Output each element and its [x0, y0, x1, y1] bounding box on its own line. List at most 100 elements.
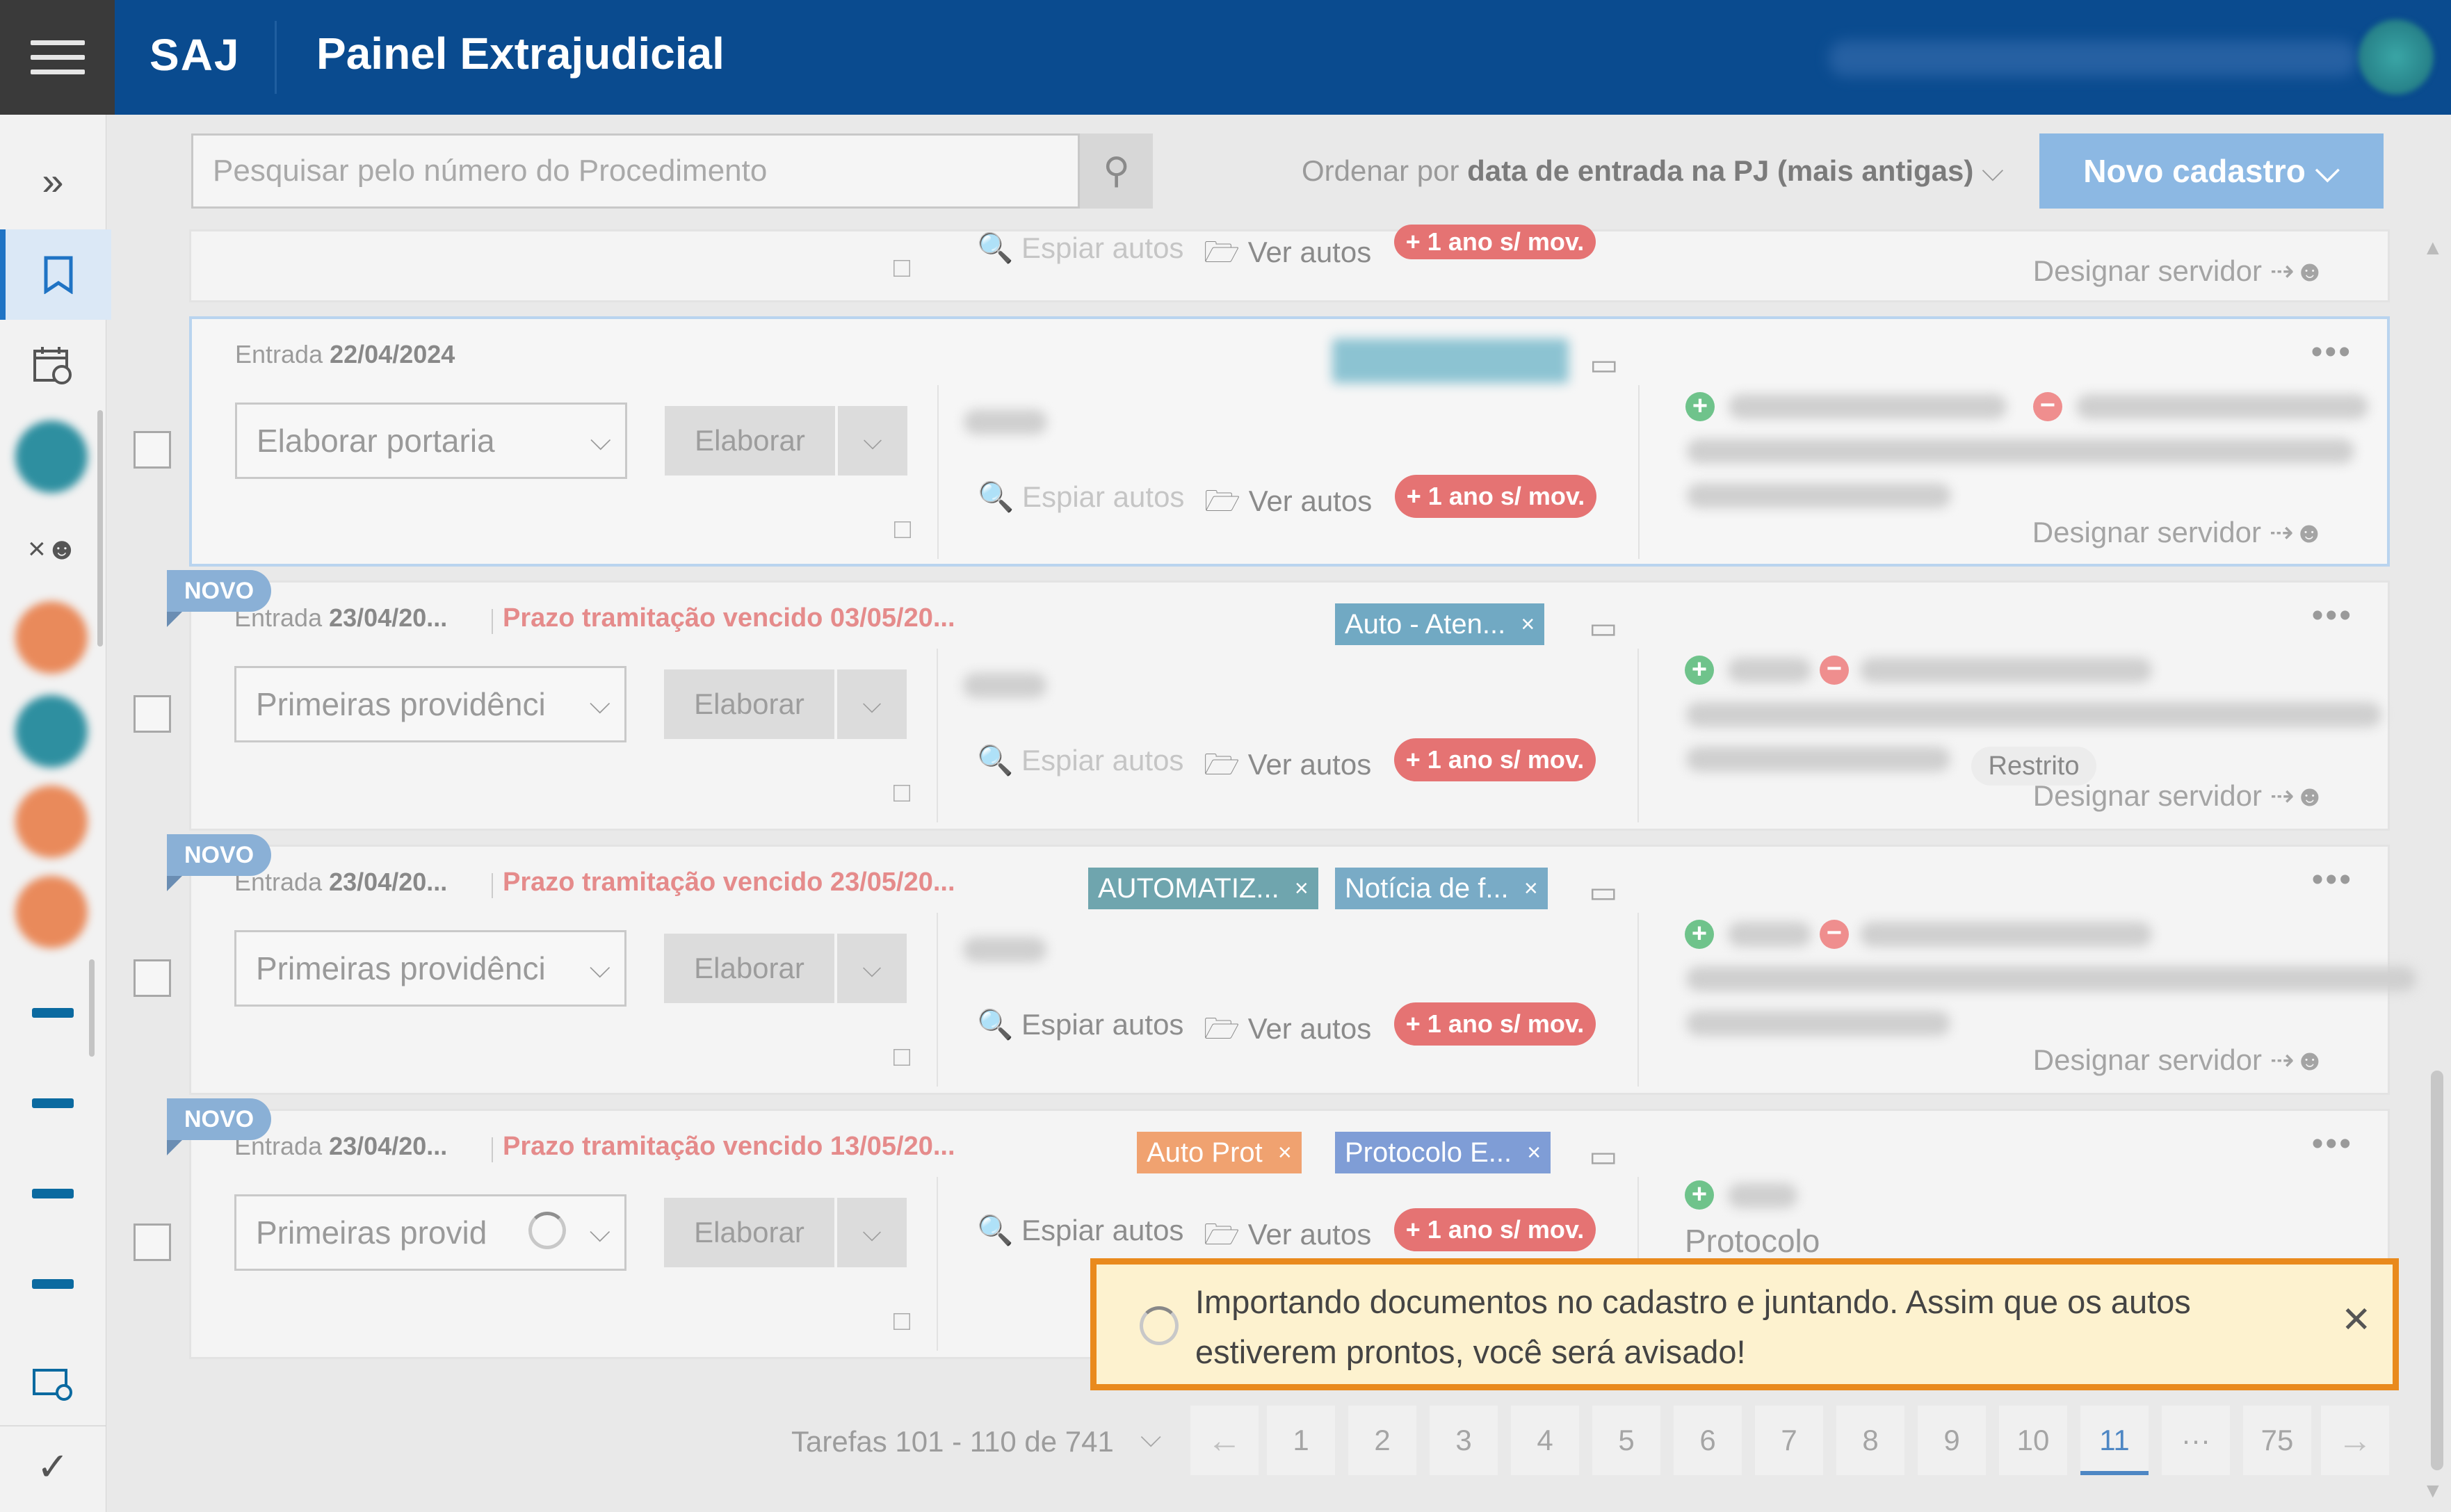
page-button[interactable]: 5: [1592, 1406, 1660, 1475]
avatar[interactable]: [2359, 19, 2434, 95]
remove-tag-icon[interactable]: ×: [1527, 1132, 1541, 1173]
more-options-icon[interactable]: •••: [2312, 1125, 2353, 1163]
task-card[interactable]: Entrada 22/04/2024 ▭ ••• Elaborar portar…: [189, 316, 2390, 567]
page-button[interactable]: 2: [1348, 1406, 1416, 1475]
check-icon[interactable]: ✓: [0, 1422, 106, 1512]
page-button[interactable]: 3: [1430, 1406, 1498, 1475]
add-tag-icon[interactable]: ▭: [1589, 875, 1618, 910]
comment-icon[interactable]: □: [893, 777, 910, 808]
add-tag-icon[interactable]: ▭: [1589, 610, 1618, 646]
next-page-button[interactable]: →: [2321, 1406, 2389, 1475]
page-button[interactable]: 1: [1267, 1406, 1335, 1475]
espiar-autos-link[interactable]: 🔍 Espiar autos: [977, 1214, 1183, 1248]
tag-chip[interactable]: AUTOMATIZ... ×: [1088, 868, 1318, 909]
search-input[interactable]: Pesquisar pelo número do Procedimento: [191, 133, 1080, 209]
unassigned-user-icon[interactable]: ×☻: [0, 504, 106, 594]
scrollbar-thumb[interactable]: [2431, 1071, 2443, 1470]
ver-autos-link[interactable]: 🗁 Ver autos: [1204, 480, 1372, 530]
remove-tag-icon[interactable]: ×: [1524, 868, 1538, 909]
search-button[interactable]: ⚲: [1080, 133, 1153, 209]
tag-chip[interactable]: [1332, 339, 1569, 383]
assign-server-link[interactable]: Designar servidor ⇢☻: [2033, 254, 2325, 288]
page-button[interactable]: 9: [1918, 1406, 1986, 1475]
sidebar-avatar[interactable]: [15, 876, 88, 948]
remove-party-icon[interactable]: −: [1820, 920, 1849, 949]
action-select[interactable]: Elaborar portaria ⌵: [235, 403, 627, 479]
scroll-down-arrow[interactable]: ▼: [2422, 1479, 2443, 1503]
select-checkbox[interactable]: [134, 1224, 171, 1261]
add-party-icon[interactable]: +: [1685, 920, 1714, 949]
sidebar-item[interactable]: [32, 1279, 74, 1289]
tag-chip[interactable]: Auto - Aten... ×: [1335, 603, 1545, 645]
ver-autos-link[interactable]: 🗁 Ver autos: [1204, 744, 1371, 793]
select-checkbox[interactable]: [134, 959, 171, 997]
remove-tag-icon[interactable]: ×: [1278, 1132, 1292, 1173]
close-icon[interactable]: ✕: [2341, 1299, 2372, 1341]
tag-chip[interactable]: Notícia de f... ×: [1335, 868, 1548, 909]
comment-icon[interactable]: □: [893, 1041, 910, 1073]
page-button[interactable]: 6: [1674, 1406, 1742, 1475]
comment-icon[interactable]: □: [893, 252, 910, 284]
sidebar-scrollbar[interactable]: [97, 410, 103, 647]
tag-chip[interactable]: Auto Prot ×: [1137, 1132, 1302, 1173]
elaborar-button[interactable]: Elaborar: [664, 1198, 834, 1267]
task-card[interactable]: Entrada 23/04/20... Prazo tramitação ven…: [189, 580, 2390, 831]
expand-sidebar-icon[interactable]: »: [0, 136, 106, 226]
assign-server-link[interactable]: Designar servidor ⇢☻: [2033, 1043, 2325, 1077]
espiar-autos-link[interactable]: 🔍 Espiar autos: [977, 744, 1183, 778]
scroll-up-arrow[interactable]: ▲: [2422, 236, 2443, 260]
comment-icon[interactable]: □: [893, 1306, 910, 1337]
elaborar-dropdown[interactable]: ⌵: [837, 934, 907, 1003]
elaborar-button[interactable]: Elaborar: [665, 406, 835, 475]
sidebar-avatar[interactable]: [15, 421, 88, 493]
menu-button[interactable]: [0, 0, 115, 115]
more-options-icon[interactable]: •••: [2311, 333, 2352, 371]
previous-page-button[interactable]: ←: [1190, 1406, 1259, 1475]
elaborar-dropdown[interactable]: ⌵: [837, 669, 907, 739]
elaborar-dropdown[interactable]: ⌵: [837, 1198, 907, 1267]
more-options-icon[interactable]: •••: [2312, 596, 2353, 635]
remove-party-icon[interactable]: −: [2033, 392, 2062, 421]
add-party-icon[interactable]: +: [1685, 656, 1714, 685]
add-party-icon[interactable]: +: [1685, 1180, 1714, 1210]
ver-autos-link[interactable]: 🗁 Ver autos: [1204, 1214, 1371, 1263]
select-checkbox[interactable]: [134, 695, 171, 733]
sidebar-item-add-window[interactable]: [0, 1338, 106, 1429]
add-tag-icon[interactable]: ▭: [1589, 1139, 1618, 1174]
page-button[interactable]: 10: [1999, 1406, 2067, 1475]
remove-tag-icon[interactable]: ×: [1521, 603, 1535, 645]
remove-tag-icon[interactable]: ×: [1295, 868, 1309, 909]
task-card[interactable]: Entrada 23/04/20... Prazo tramitação ven…: [189, 845, 2416, 1095]
sidebar-item-bookmarks[interactable]: [0, 229, 111, 320]
add-party-icon[interactable]: +: [1685, 392, 1715, 421]
ver-autos-link[interactable]: 🗁 Ver autos: [1204, 231, 1371, 281]
espiar-autos-link[interactable]: 🔍 Espiar autos: [977, 231, 1183, 266]
sidebar-avatar[interactable]: [15, 601, 88, 674]
action-select[interactable]: Primeiras providênci ⌵: [234, 666, 626, 742]
action-select[interactable]: Primeiras providênci ⌵: [234, 930, 626, 1007]
remove-party-icon[interactable]: −: [1820, 656, 1849, 685]
ver-autos-link[interactable]: 🗁 Ver autos: [1204, 1008, 1371, 1057]
assign-server-link[interactable]: Designar servidor ⇢☻: [2033, 779, 2325, 813]
sidebar-item[interactable]: [32, 1098, 74, 1108]
espiar-autos-link[interactable]: 🔍 Espiar autos: [977, 1008, 1183, 1042]
sidebar-item[interactable]: [32, 1008, 74, 1018]
assign-server-link[interactable]: Designar servidor ⇢☻: [2032, 515, 2324, 549]
sidebar-avatar[interactable]: [15, 695, 88, 767]
espiar-autos-link[interactable]: 🔍 Espiar autos: [978, 480, 1184, 514]
elaborar-dropdown[interactable]: ⌵: [838, 406, 907, 475]
elaborar-button[interactable]: Elaborar: [664, 934, 834, 1003]
sidebar-item-calendar[interactable]: [0, 320, 106, 410]
elaborar-button[interactable]: Elaborar: [664, 669, 834, 739]
current-page-button[interactable]: 11: [2080, 1406, 2149, 1475]
page-button[interactable]: 8: [1836, 1406, 1904, 1475]
page-size-dropdown[interactable]: ⌵: [1140, 1422, 1161, 1454]
add-tag-icon[interactable]: ▭: [1589, 347, 1619, 382]
page-button[interactable]: 7: [1755, 1406, 1823, 1475]
comment-icon[interactable]: □: [894, 514, 911, 545]
action-select[interactable]: Primeiras provid ⌵: [234, 1194, 626, 1271]
tag-chip[interactable]: Protocolo E... ×: [1335, 1132, 1551, 1173]
select-checkbox[interactable]: [134, 431, 171, 469]
sort-dropdown[interactable]: Ordenar por data de entrada na PJ (mais …: [1302, 154, 2004, 188]
user-info[interactable]: [1829, 40, 2357, 76]
